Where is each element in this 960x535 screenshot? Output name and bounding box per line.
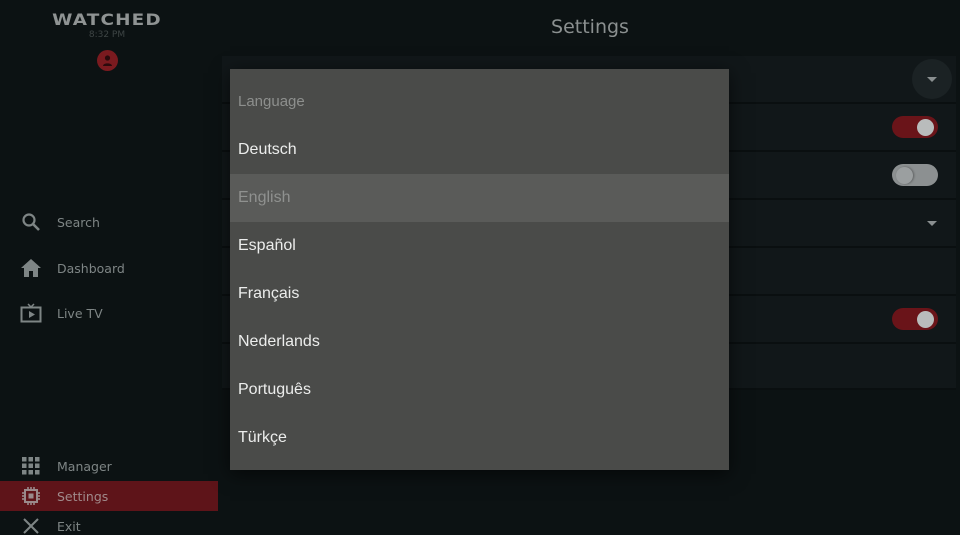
clock: 8:32 PM — [88, 30, 126, 40]
toggle-switch[interactable] — [892, 164, 938, 186]
option-label: Türkçe — [238, 429, 287, 446]
sidebar-item-live-tv[interactable]: Live TV — [0, 298, 218, 328]
language-option-english[interactable]: English — [230, 174, 729, 222]
chip-icon — [20, 485, 42, 507]
sidebar-item-label: Live TV — [57, 305, 103, 321]
sidebar-item-manager[interactable]: Manager — [0, 451, 218, 481]
sidebar-item-label: Exit — [57, 518, 81, 534]
language-dialog: Language Deutsch English Español Françai… — [230, 69, 729, 470]
option-label: Português — [238, 381, 311, 398]
sidebar-item-search[interactable]: Search — [0, 207, 218, 237]
toggle-switch[interactable] — [892, 116, 938, 138]
search-icon — [20, 211, 42, 233]
language-option-turkce[interactable]: Türkçe — [230, 414, 729, 462]
page-title: Settings — [551, 16, 629, 38]
chevron-down-icon — [927, 77, 937, 82]
home-icon — [20, 257, 42, 279]
language-option-nederlands[interactable]: Nederlands — [230, 318, 729, 366]
option-label: English — [238, 189, 291, 206]
sidebar-item-dashboard[interactable]: Dashboard — [0, 253, 218, 283]
sidebar-item-label: Dashboard — [57, 260, 125, 276]
app-screen: WATCHED 8:32 PM Search Dashboard Live TV… — [0, 0, 960, 535]
toggle-knob — [896, 167, 913, 184]
dialog-title: Language — [238, 93, 305, 110]
language-option-deutsch[interactable]: Deutsch — [230, 126, 729, 174]
sidebar-item-label: Settings — [57, 488, 109, 504]
sidebar-item-exit[interactable]: Exit — [0, 511, 218, 535]
language-option-portugues[interactable]: Português — [230, 366, 729, 414]
language-option-espanol[interactable]: Español — [230, 222, 729, 270]
option-label: Nederlands — [238, 333, 320, 350]
close-icon — [20, 515, 42, 535]
option-label: Deutsch — [238, 141, 297, 158]
chevron-down-icon[interactable] — [927, 221, 937, 226]
tv-icon — [20, 302, 42, 324]
sidebar: WATCHED 8:32 PM Search Dashboard Live TV… — [0, 0, 218, 535]
sidebar-item-label: Search — [57, 214, 100, 230]
profile-avatar[interactable] — [97, 50, 118, 71]
toggle-switch[interactable] — [892, 308, 938, 330]
sidebar-item-label: Manager — [57, 458, 112, 474]
option-label: Español — [238, 237, 296, 254]
dropdown-button[interactable] — [912, 59, 952, 99]
sidebar-item-settings[interactable]: Settings — [0, 481, 218, 511]
grid-icon — [20, 455, 42, 477]
option-label: Français — [238, 285, 300, 302]
app-logo: WATCHED — [52, 10, 162, 29]
toggle-knob — [917, 119, 934, 136]
language-option-francais[interactable]: Français — [230, 270, 729, 318]
user-icon — [103, 55, 112, 66]
toggle-knob — [917, 311, 934, 328]
